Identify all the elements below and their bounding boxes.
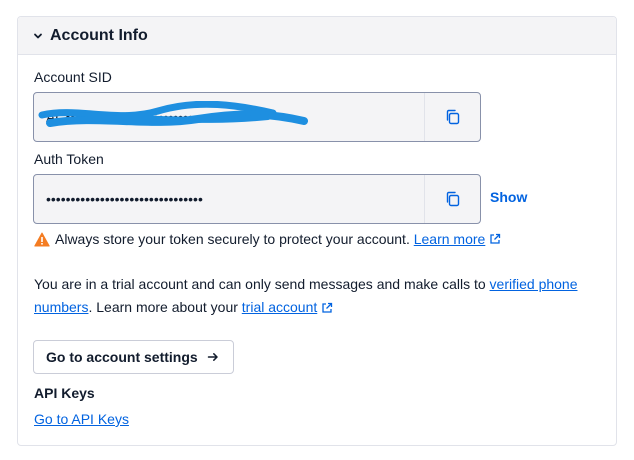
api-keys-heading: API Keys bbox=[34, 385, 95, 401]
warning-icon bbox=[34, 232, 50, 247]
token-warning: Always store your token securely to prot… bbox=[34, 231, 501, 247]
copy-auth-token-button[interactable] bbox=[424, 175, 480, 223]
account-sid-field[interactable]: AC•••••••••••••••••••••••••••••••• bbox=[33, 92, 481, 142]
account-sid-label: Account SID bbox=[34, 69, 112, 85]
copy-icon bbox=[446, 109, 459, 125]
copy-account-sid-button[interactable] bbox=[424, 93, 480, 141]
trial-account-notice: You are in a trial account and can only … bbox=[34, 273, 594, 319]
account-info-panel: Account Info Account SID AC•••••••••••••… bbox=[17, 16, 617, 446]
external-link-icon bbox=[490, 233, 501, 244]
account-info-header[interactable]: Account Info bbox=[18, 17, 616, 55]
copy-icon bbox=[446, 191, 459, 207]
go-to-account-settings-button[interactable]: Go to account settings bbox=[33, 340, 234, 374]
panel-title: Account Info bbox=[50, 26, 148, 44]
learn-more-link[interactable]: Learn more bbox=[414, 231, 486, 247]
go-to-api-keys-link[interactable]: Go to API Keys bbox=[34, 411, 129, 427]
redaction-scribble bbox=[38, 101, 308, 127]
trial-text-middle: . Learn more about your bbox=[88, 299, 242, 315]
arrow-right-icon bbox=[207, 351, 219, 363]
auth-token-value[interactable]: •••••••••••••••••••••••••••••••• bbox=[34, 191, 424, 207]
settings-button-label: Go to account settings bbox=[46, 349, 198, 365]
external-link-icon bbox=[322, 303, 333, 313]
show-token-button[interactable]: Show bbox=[490, 189, 527, 205]
chevron-down-icon bbox=[32, 30, 44, 42]
auth-token-label: Auth Token bbox=[34, 151, 104, 167]
trial-account-link[interactable]: trial account bbox=[242, 299, 317, 315]
trial-text-before: You are in a trial account and can only … bbox=[34, 276, 490, 292]
warning-text: Always store your token securely to prot… bbox=[55, 231, 410, 247]
auth-token-field[interactable]: •••••••••••••••••••••••••••••••• bbox=[33, 174, 481, 224]
